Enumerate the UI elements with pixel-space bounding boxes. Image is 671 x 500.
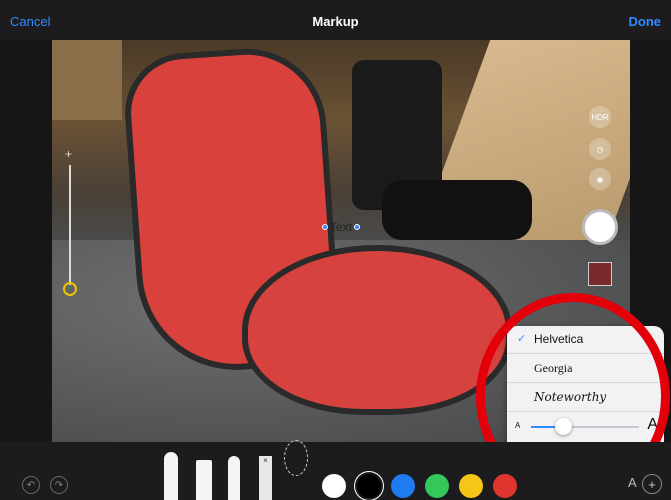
- zoom-plus-icon: +: [65, 147, 73, 161]
- zoom-slider-track: [69, 165, 71, 285]
- pen-icon[interactable]: [164, 452, 178, 500]
- color-yellow[interactable]: [459, 474, 483, 498]
- color-white[interactable]: [322, 474, 346, 498]
- left-margin: [0, 40, 52, 442]
- cabinet-in-photo: [52, 40, 122, 120]
- color-black[interactable]: [357, 474, 381, 498]
- color-blue[interactable]: [391, 474, 415, 498]
- done-button[interactable]: Done: [629, 14, 662, 29]
- color-green[interactable]: [425, 474, 449, 498]
- eraser-icon[interactable]: ×: [259, 456, 272, 500]
- black-chair-seat: [382, 180, 532, 240]
- text-annotation-label: Text: [330, 220, 353, 234]
- hdr-label: HDR: [591, 112, 609, 122]
- text-annotation[interactable]: Text: [322, 220, 361, 234]
- add-label: +: [648, 476, 656, 492]
- shutter-button: [582, 209, 618, 245]
- zoom-slider-knob: [63, 282, 77, 296]
- pencil-icon[interactable]: [228, 456, 240, 500]
- hdr-button: HDR: [589, 106, 611, 128]
- markup-top-bar: Cancel Markup Done: [0, 0, 671, 40]
- redo-icon[interactable]: ↷: [50, 476, 68, 494]
- text-handle-right[interactable]: [354, 224, 361, 230]
- photo-thumbnail: [588, 262, 612, 286]
- lasso-icon[interactable]: [284, 440, 308, 476]
- marker-icon[interactable]: [196, 460, 212, 500]
- eraser-mark: ×: [263, 456, 268, 465]
- undo-icon[interactable]: ↶: [22, 476, 40, 494]
- camera-switch-icon: ◉: [589, 168, 611, 190]
- color-red[interactable]: [493, 474, 517, 498]
- page-title: Markup: [312, 14, 359, 29]
- add-button[interactable]: +: [642, 474, 662, 494]
- text-handle-left[interactable]: [322, 224, 328, 230]
- red-chair-seat: [242, 245, 512, 415]
- text-tool-button[interactable]: A: [628, 475, 637, 490]
- timer-icon: ◷: [589, 138, 611, 160]
